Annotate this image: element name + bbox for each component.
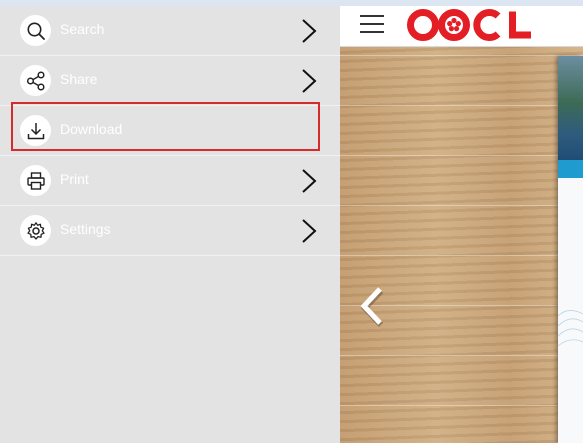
chevron-right-icon[interactable] bbox=[300, 18, 318, 44]
chevron-left-icon[interactable] bbox=[358, 285, 388, 327]
chevron-right-icon[interactable] bbox=[300, 218, 318, 244]
hamburger-menu-icon[interactable] bbox=[360, 14, 384, 34]
page-cover-image bbox=[558, 56, 583, 160]
wood-background bbox=[340, 6, 583, 443]
menu-item-share[interactable]: Share bbox=[0, 56, 340, 106]
app-header bbox=[340, 6, 583, 47]
menu-item-search[interactable]: Search bbox=[0, 6, 340, 56]
search-icon bbox=[20, 15, 51, 46]
divider bbox=[0, 255, 340, 256]
menu-item-label: Settings bbox=[60, 221, 111, 237]
menu-item-settings[interactable]: Settings bbox=[0, 206, 340, 256]
chevron-right-icon[interactable] bbox=[300, 168, 318, 194]
menu-item-label: Print bbox=[60, 171, 89, 187]
page-blue-band bbox=[558, 160, 583, 178]
side-menu: Search Share Download Print Settings bbox=[0, 6, 340, 443]
print-icon bbox=[20, 165, 51, 196]
menu-item-label: Share bbox=[60, 71, 98, 87]
page-wave-graphic bbox=[558, 310, 583, 347]
chevron-right-icon[interactable] bbox=[300, 68, 318, 94]
oocl-logo[interactable] bbox=[406, 8, 536, 42]
share-icon bbox=[20, 65, 51, 96]
gear-icon bbox=[20, 215, 51, 246]
menu-item-print[interactable]: Print bbox=[0, 156, 340, 206]
download-highlight-box bbox=[11, 102, 320, 151]
document-page[interactable] bbox=[558, 56, 583, 443]
menu-item-label: Search bbox=[60, 21, 105, 37]
document-viewer bbox=[340, 6, 583, 443]
